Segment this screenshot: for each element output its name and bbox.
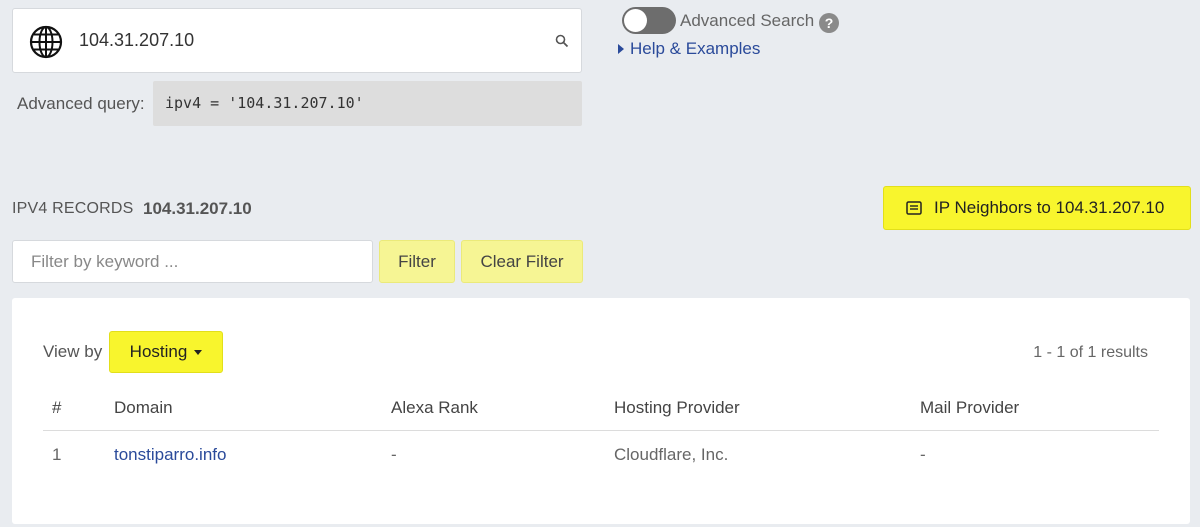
toggle-knob: [624, 9, 647, 32]
view-by-label: View by: [43, 342, 103, 361]
row-number: 1: [52, 445, 62, 464]
table-header-divider: [43, 430, 1159, 431]
help-icon[interactable]: ?: [819, 13, 839, 33]
globe-icon: [29, 25, 63, 59]
column-header-alexa-rank[interactable]: Alexa Rank: [391, 398, 478, 418]
search-input-value[interactable]: 104.31.207.10: [79, 30, 194, 51]
clear-filter-button[interactable]: Clear Filter: [461, 240, 583, 283]
help-examples-link[interactable]: Help & Examples: [618, 39, 760, 59]
records-heading: IPV4 RECORDS: [12, 200, 134, 217]
advanced-query-box[interactable]: ipv4 = '104.31.207.10': [153, 81, 582, 126]
results-panel: View by Hosting 1 - 1 of 1 results # Dom…: [12, 298, 1190, 524]
caret-right-icon: [618, 44, 624, 54]
search-icon[interactable]: [555, 34, 569, 48]
ip-neighbors-button[interactable]: IP Neighbors to 104.31.207.10: [883, 186, 1191, 230]
column-header-domain[interactable]: Domain: [114, 398, 173, 418]
results-count: 1 - 1 of 1 results: [1033, 344, 1148, 361]
view-by-value: Hosting: [129, 342, 188, 361]
help-examples-label: Help & Examples: [630, 39, 761, 58]
view-by-dropdown[interactable]: Hosting: [109, 331, 223, 373]
advanced-query-label: Advanced query:: [17, 94, 145, 113]
mail-provider-value: -: [920, 445, 926, 464]
hosting-provider-value: Cloudflare, Inc.: [614, 445, 729, 464]
domain-link[interactable]: tonstiparro.info: [114, 445, 226, 465]
alexa-rank-value: -: [391, 445, 397, 464]
list-icon: [906, 201, 922, 215]
search-box[interactable]: 104.31.207.10: [12, 8, 582, 73]
records-ip: 104.31.207.10: [143, 199, 252, 218]
filter-button[interactable]: Filter: [379, 240, 455, 283]
caret-down-icon: [194, 349, 203, 355]
column-header-hosting-provider[interactable]: Hosting Provider: [614, 398, 740, 418]
column-header-number: #: [52, 398, 62, 417]
advanced-search-toggle[interactable]: [622, 7, 676, 34]
filter-input[interactable]: [12, 240, 373, 283]
ip-neighbors-label: IP Neighbors to 104.31.207.10: [934, 198, 1165, 217]
advanced-search-label: Advanced Search: [680, 11, 815, 30]
column-header-mail-provider[interactable]: Mail Provider: [920, 398, 1019, 418]
